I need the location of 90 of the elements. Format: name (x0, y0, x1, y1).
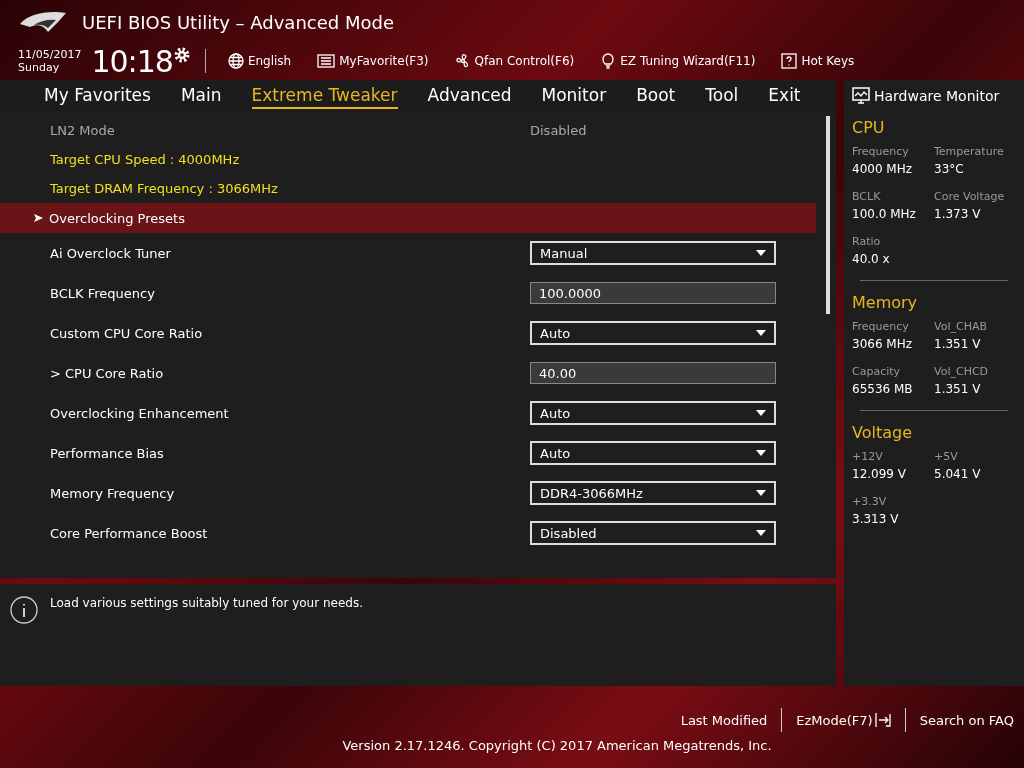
sensor-label: Core Voltage (934, 190, 1006, 203)
input-field[interactable]: 40.00 (530, 362, 776, 384)
menu-tab[interactable]: Boot (636, 83, 676, 109)
setting-label: Overclocking Enhancement (50, 405, 229, 421)
fan-icon (454, 53, 471, 69)
footer-link[interactable]: Last Modified (666, 712, 768, 728)
sensor-value: 3066 MHz (852, 337, 914, 351)
setting-value: Disabled (530, 123, 588, 138)
caret-icon (756, 250, 766, 256)
menu-tab[interactable]: Advanced (427, 83, 512, 109)
sensor-value: 1.351 V (934, 382, 982, 396)
clock-time: 10:18 (91, 43, 173, 79)
section-title: CPU (852, 118, 886, 137)
sensor-value: 1.373 V (934, 207, 982, 221)
sensor-label: Frequency (852, 145, 910, 158)
sensor-value: 4000 MHz (852, 162, 914, 176)
lightbulb-icon (600, 53, 617, 69)
sensor-value: 1.351 V (934, 337, 982, 351)
setting-label: > CPU Core Ratio (50, 365, 164, 381)
menu-tab[interactable]: My Favorites (44, 83, 151, 109)
window-title: UEFI BIOS Utility – Advanced Mode (82, 11, 394, 33)
menu-tab[interactable]: Exit (768, 83, 801, 109)
logo-icon (18, 10, 68, 34)
dropdown[interactable]: Manual (530, 241, 776, 265)
caret-icon (756, 410, 766, 416)
sensor-label: +3.3V (852, 495, 888, 508)
dropdown[interactable]: DDR4-3066MHz (530, 481, 776, 505)
caret-icon (756, 530, 766, 536)
sensor-value: 100.0 MHz (852, 207, 917, 221)
submenu-label: Overclocking Presets (49, 210, 185, 226)
help-icon (781, 53, 798, 69)
footer-link[interactable]: EzMode(F7) (782, 712, 891, 728)
sensor-label: +5V (934, 450, 959, 463)
toolbar-button[interactable]: Qfan Control(F6) (446, 53, 583, 69)
dropdown[interactable]: Auto (530, 321, 776, 345)
menu-tab[interactable]: Main (180, 83, 222, 109)
globe-icon (227, 53, 244, 69)
sensor-label: Frequency (852, 320, 910, 333)
dropdown[interactable]: Auto (530, 441, 776, 465)
settings-icon[interactable] (172, 46, 191, 64)
sensor-label: Vol_CHCD (934, 365, 990, 378)
toolbar-button[interactable]: Hot Keys (773, 53, 863, 69)
toolbar-button[interactable]: English (219, 53, 300, 69)
section-title: Voltage (852, 423, 913, 442)
setting-label: Custom CPU Core Ratio (50, 325, 203, 341)
sensor-value: 40.0 x (852, 252, 891, 266)
sensor-value: 5.041 V (934, 467, 982, 481)
info-icon (10, 596, 38, 624)
monitor-icon (852, 87, 870, 105)
setting-label: Memory Frequency (50, 485, 175, 501)
footer-link[interactable]: Search on FAQ (905, 712, 1014, 728)
exit-icon (874, 713, 891, 727)
info-text: Target DRAM Frequency : 3066MHz (50, 181, 278, 196)
menu-tab[interactable]: Extreme Tweaker (251, 83, 398, 109)
caret-icon (756, 450, 766, 456)
sensor-label: BCLK (852, 190, 882, 203)
submenu-item[interactable]: Overclocking Presets (0, 203, 816, 233)
setting-label: LN2 Mode (50, 123, 115, 138)
date-text: 11/05/2017 (18, 48, 82, 61)
arrow-icon (34, 214, 43, 222)
dropdown[interactable]: Auto (530, 401, 776, 425)
caret-icon (756, 330, 766, 336)
menu-tab[interactable]: Tool (705, 83, 739, 109)
setting-label: Ai Overclock Tuner (50, 245, 171, 261)
toolbar-button[interactable]: MyFavorite(F3) (309, 53, 437, 69)
sensor-value: 3.313 V (852, 512, 900, 526)
sensor-label: +12V (852, 450, 884, 463)
caret-icon (756, 490, 766, 496)
sensor-label: Ratio (852, 235, 882, 248)
scrollbar[interactable] (826, 116, 830, 314)
sensor-label: Capacity (852, 365, 902, 378)
input-field[interactable]: 100.0000 (530, 282, 776, 304)
sensor-value: 12.099 V (852, 467, 907, 481)
sensor-value: 65536 MB (852, 382, 914, 396)
sensor-label: Temperature (934, 145, 1005, 158)
setting-label: Performance Bias (50, 445, 164, 461)
day-text: Sunday (18, 61, 61, 74)
section-title: Memory (852, 293, 919, 312)
version-text: Version 2.17.1246. Copyright (C) 2017 American Megatrends, Inc. (342, 738, 772, 753)
sensor-value: 33°C (934, 162, 965, 176)
info-text: Target CPU Speed : 4000MHz (50, 152, 240, 167)
toolbar-button[interactable]: EZ Tuning Wizard(F11) (592, 53, 764, 69)
setting-label: Core Performance Boost (50, 525, 208, 541)
help-text: Load various settings suitably tuned for your needs. (50, 596, 364, 612)
menu-tab[interactable]: Monitor (541, 83, 607, 109)
dropdown[interactable]: Disabled (530, 521, 776, 545)
setting-label: BCLK Frequency (50, 285, 155, 301)
panel-title: Hardware Monitor (874, 88, 1000, 104)
sensor-label: Vol_CHAB (934, 320, 988, 333)
list-icon (317, 53, 336, 69)
